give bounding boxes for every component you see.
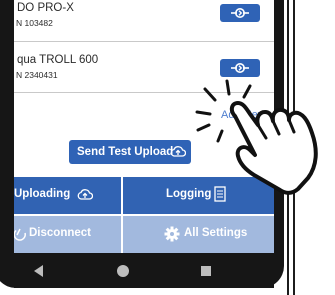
connect-button[interactable] — [220, 4, 260, 22]
cloud-upload-icon — [77, 189, 93, 200]
device-name: qua TROLL 600 — [17, 54, 99, 66]
power-icon — [14, 228, 26, 241]
device-name: DO PRO-X — [17, 2, 74, 14]
disconnect-label: Disconnect — [29, 227, 91, 239]
connect-icon — [231, 8, 249, 18]
all-settings-label: All Settings — [184, 227, 248, 239]
back-icon[interactable] — [34, 265, 43, 277]
home-icon[interactable] — [117, 265, 129, 277]
connect-icon — [231, 63, 249, 73]
device-row[interactable]: DO PRO-X N 103482 — [14, 0, 274, 42]
recent-apps-icon[interactable] — [201, 266, 211, 276]
send-test-upload-label: Send Test Upload — [77, 146, 174, 158]
uploading-label: Uploading — [14, 188, 71, 200]
gear-icon — [164, 226, 180, 242]
pointing-hand-icon — [195, 79, 318, 195]
connect-button[interactable] — [220, 59, 260, 77]
all-settings-tile[interactable]: All Settings — [123, 216, 274, 253]
device-serial: N 103482 — [16, 18, 53, 28]
device-serial: N 2340431 — [16, 70, 58, 80]
disconnect-tile[interactable]: Disconnect — [14, 216, 121, 253]
android-nav-bar — [14, 253, 274, 288]
send-test-upload-button[interactable]: Send Test Upload — [69, 140, 191, 164]
uploading-tile[interactable]: Uploading — [14, 177, 121, 214]
cloud-upload-icon — [170, 146, 186, 157]
